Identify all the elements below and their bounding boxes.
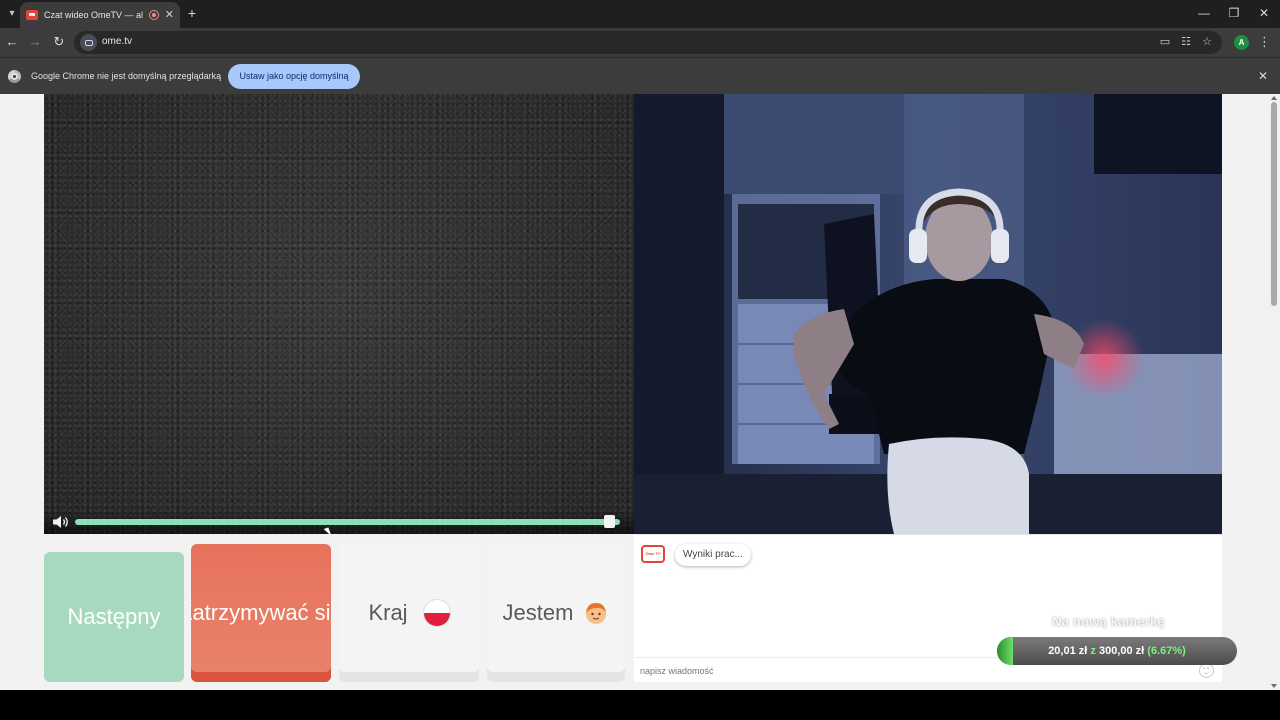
ometv-chat-avatar-icon: Ome TV — [641, 545, 665, 563]
page-content: Następny Zatrzymywać się Kraj Jestem Ome… — [0, 94, 1268, 690]
video-controls — [44, 509, 634, 534]
tab-close-icon[interactable]: ✕ — [165, 9, 174, 21]
default-browser-infobar: Google Chrome nie jest domyślną przegląd… — [0, 57, 1280, 94]
goal-connector: z — [1090, 645, 1096, 657]
emoji-icon[interactable] — [1199, 663, 1214, 678]
country-button-label: Kraj — [368, 600, 408, 625]
chat-message: Wyniki prac... — [675, 544, 751, 566]
volume-slider-handle[interactable] — [604, 515, 615, 528]
gender-button[interactable]: Jestem — [487, 544, 625, 682]
reload-button[interactable]: ↻ — [49, 32, 69, 52]
webcam-feed-image — [634, 94, 1222, 534]
chat-message-input[interactable] — [640, 663, 1180, 679]
remote-video — [44, 94, 634, 534]
scroll-down-arrow-icon[interactable] — [1271, 684, 1277, 688]
chrome-logo-icon — [8, 70, 21, 83]
donation-goal-text: 20,01 zł z 300,00 zł (6.67%) — [997, 637, 1237, 665]
forward-button[interactable]: → — [25, 32, 45, 52]
stop-button-label: Zatrzymywać się — [191, 600, 331, 625]
bookmark-star-icon[interactable]: ☆ — [1198, 34, 1216, 51]
close-window-button[interactable]: ✕ — [1248, 0, 1280, 26]
next-button-label: Następny — [67, 604, 161, 629]
recording-icon — [148, 10, 159, 20]
browser-tab[interactable]: Czat wideo OmeTV — alternatywa ✕ — [20, 2, 180, 28]
goal-percent: (6.67%) — [1147, 645, 1186, 657]
goal-target: 300,00 zł — [1098, 645, 1145, 657]
page-scrollbar[interactable] — [1268, 94, 1280, 690]
set-default-button[interactable]: Ustaw jako opcję domyślną — [228, 64, 360, 89]
volume-icon[interactable] — [52, 515, 70, 529]
stop-button[interactable]: Zatrzymywać się — [191, 544, 331, 682]
local-camera-video — [634, 94, 1222, 534]
new-tab-button[interactable]: + — [184, 4, 200, 22]
gender-button-label: Jestem — [502, 600, 574, 625]
volume-slider[interactable] — [75, 519, 620, 525]
taskbar-area — [0, 690, 1280, 720]
profile-avatar[interactable]: A — [1234, 35, 1249, 50]
tab-strip: ▾ Czat wideo OmeTV — alternatywa ✕ + — ❐… — [0, 0, 1280, 28]
goal-current: 20,01 zł — [1048, 645, 1088, 657]
country-button[interactable]: Kraj — [339, 544, 479, 682]
tab-title: Czat wideo OmeTV — alternatywa — [44, 10, 143, 20]
poland-flag-icon — [423, 600, 450, 626]
scroll-up-arrow-icon[interactable] — [1271, 96, 1277, 100]
address-bar[interactable]: ome.tv ▭ ☷ ☆ — [74, 31, 1222, 54]
donation-goal-title: Na nową kamerkę — [1052, 614, 1165, 629]
minimize-button[interactable]: — — [1188, 0, 1220, 26]
site-info-icon[interactable] — [80, 34, 97, 51]
donation-goal-bar: 20,01 zł z 300,00 zł (6.67%) — [997, 637, 1237, 665]
url-text: ome.tv — [102, 36, 133, 47]
ometv-favicon-icon — [26, 10, 38, 20]
restore-button[interactable]: ❐ — [1218, 0, 1250, 26]
infobar-message: Google Chrome nie jest domyślną przegląd… — [31, 71, 222, 81]
boy-emoji-icon — [586, 603, 607, 624]
chrome-menu-icon[interactable]: ⋮ — [1258, 32, 1271, 52]
translate-icon[interactable]: ☷ — [1177, 34, 1195, 51]
install-app-icon[interactable]: ▭ — [1156, 34, 1174, 51]
next-button[interactable]: Następny — [44, 552, 184, 682]
back-button[interactable]: ← — [2, 32, 22, 52]
infobar-close-icon[interactable]: ✕ — [1256, 68, 1270, 84]
scroll-thumb[interactable] — [1271, 102, 1277, 306]
tab-search-icon[interactable]: ▾ — [2, 3, 22, 23]
browser-toolbar: ← → ↻ ome.tv ▭ ☷ ☆ A ⋮ — [0, 28, 1280, 57]
